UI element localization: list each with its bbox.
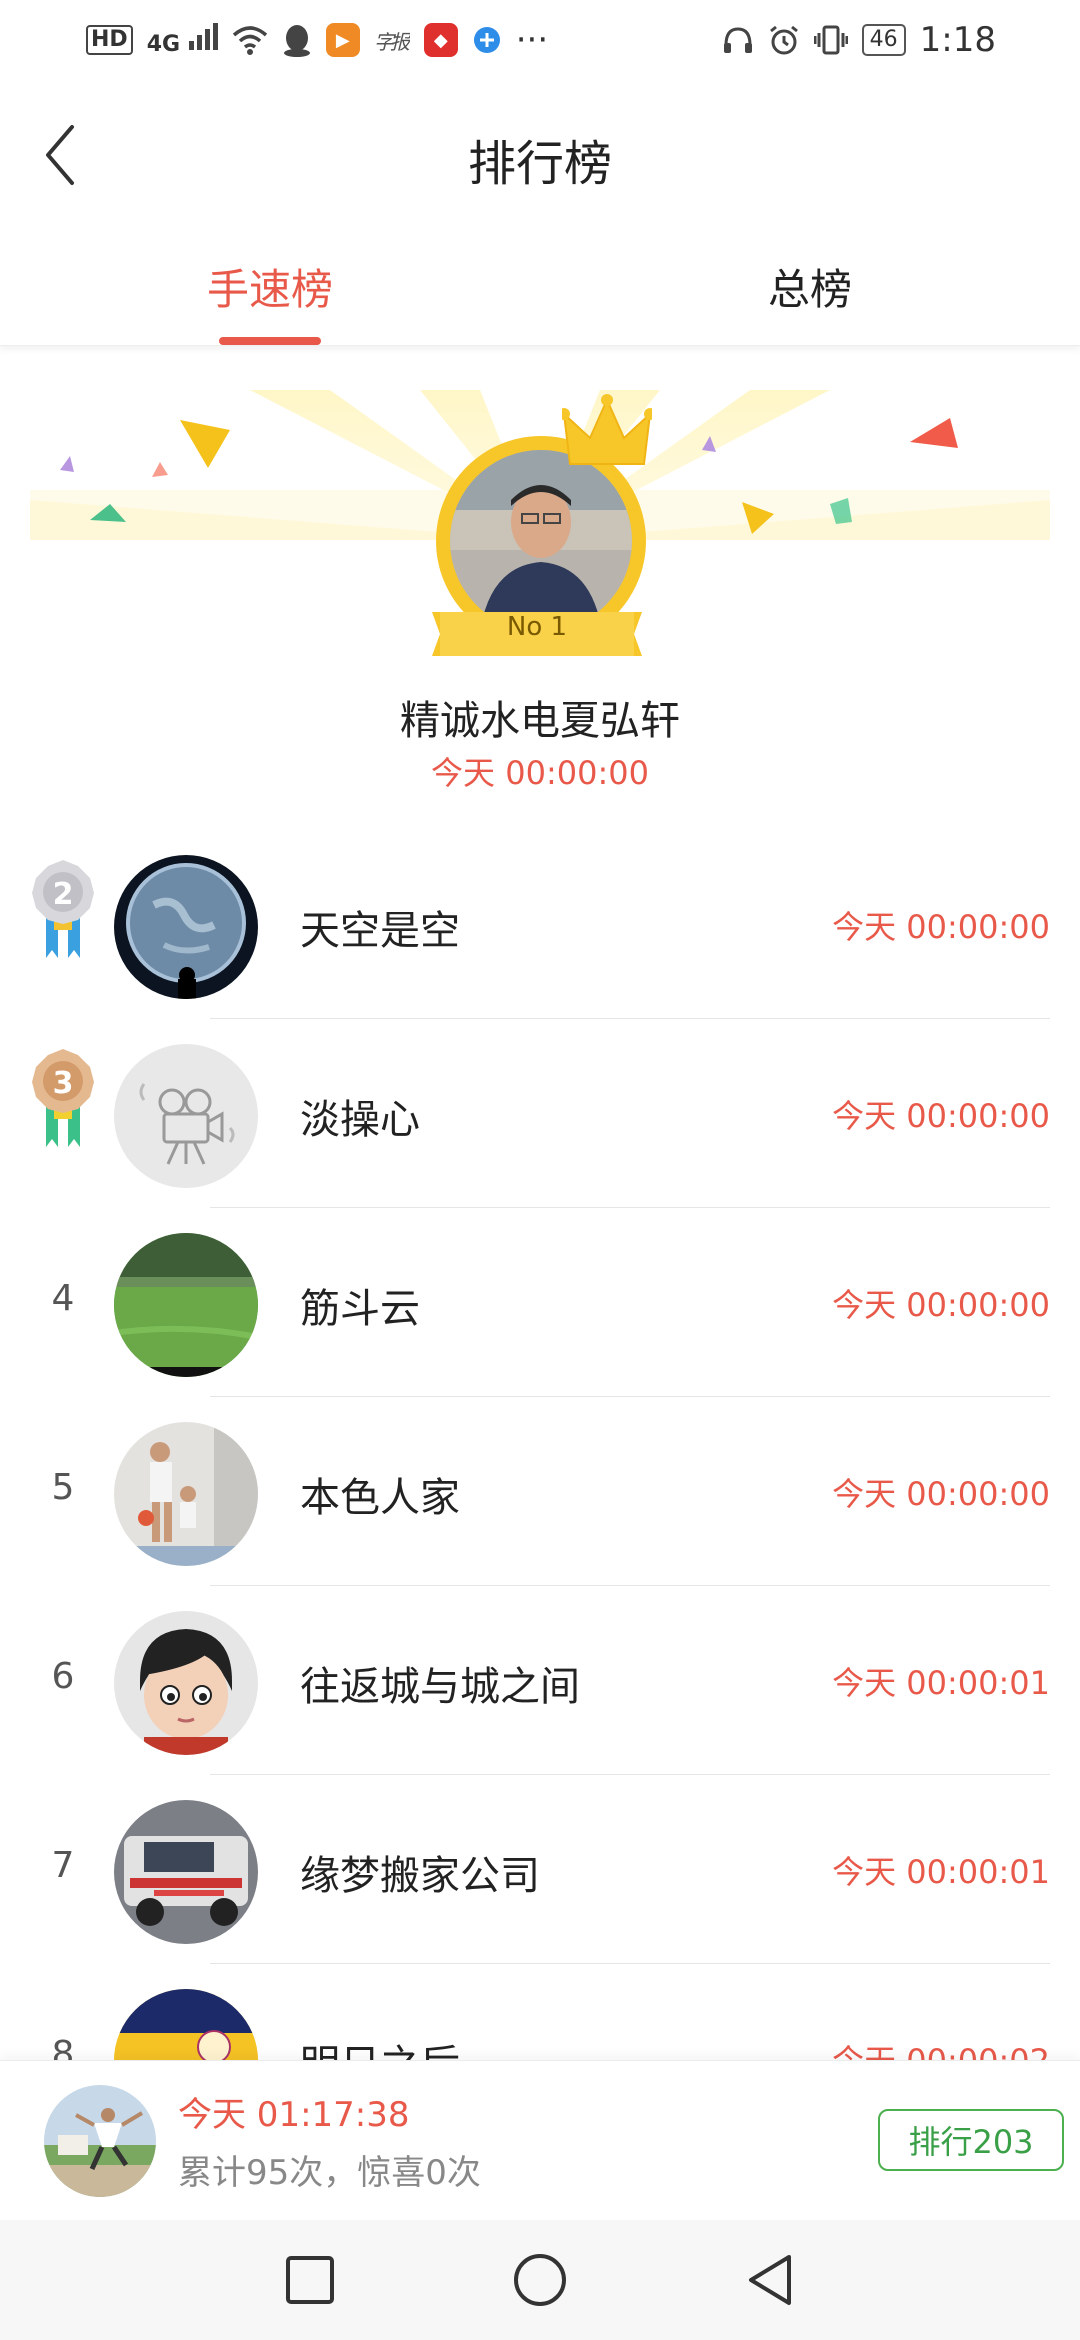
rank-name: 缘梦搬家公司 — [300, 1853, 540, 1899]
my-stats: 累计95次，惊喜0次 — [178, 2153, 481, 2193]
rank-time: 今天 00:00:00 — [832, 1475, 1050, 1513]
avatar — [114, 1233, 258, 1377]
more-notifications: ··· — [515, 20, 549, 60]
list-item[interactable]: 7 缘梦搬家公司 今天 00:00:01 — [0, 1775, 1080, 1964]
no1-badge-text: No 1 — [506, 612, 568, 642]
list-item[interactable]: 5 本色人家 今天 00:00:00 — [0, 1397, 1080, 1586]
rank-name: 天空是空 — [300, 908, 460, 954]
list-item[interactable]: 3 淡操心 今天 00:00:00 — [0, 1019, 1080, 1208]
tab-overall-ranking[interactable]: 总榜 — [540, 228, 1080, 345]
ranking-list: 2 天空是空 今天 00:00:00 3 淡操心 今天 00:00:00 4 筋… — [0, 830, 1080, 2153]
avatar — [114, 1422, 258, 1566]
bronze-medal-icon: 3 — [32, 1049, 94, 1147]
list-item[interactable]: 6 往返城与城之间 今天 00:00:01 — [0, 1586, 1080, 1775]
video-app-icon: ▶ — [325, 23, 360, 57]
status-bar: HD 4G ▶ 字报 ◆ ··· 46 1:18 — [0, 0, 1080, 80]
avatar — [114, 1611, 258, 1755]
qq-icon — [283, 25, 310, 57]
crown-icon — [562, 394, 652, 465]
rank-name: 本色人家 — [300, 1475, 460, 1521]
status-bar-right: 46 1:18 — [722, 20, 996, 60]
alarm-icon — [769, 25, 798, 55]
svg-text:报: 报 — [390, 30, 410, 54]
silver-medal-icon: 2 — [32, 860, 94, 958]
rank-time: 今天 00:00:00 — [832, 908, 1050, 946]
browser-icon — [473, 27, 500, 53]
active-tab-indicator — [219, 337, 321, 345]
signal-icon — [188, 23, 218, 50]
rank-number: 6 — [51, 1656, 75, 1697]
rank-time: 今天 00:00:00 — [832, 1097, 1050, 1135]
recent-apps-button[interactable] — [270, 2240, 350, 2320]
triangle-back-icon — [749, 2255, 791, 2305]
rank-name: 淡操心 — [300, 1097, 420, 1143]
nav-back-button[interactable] — [730, 2240, 810, 2320]
headphones-icon — [723, 27, 752, 53]
rank-number: 7 — [51, 1845, 75, 1886]
rank-number: 5 — [51, 1467, 75, 1508]
list-item[interactable]: 2 天空是空 今天 00:00:00 — [0, 830, 1080, 1019]
tab-bar: 手速榜 总榜 — [0, 228, 1080, 346]
hd-indicator: HD — [86, 25, 133, 55]
my-avatar[interactable] — [44, 2085, 156, 2197]
rank-time: 今天 00:00:00 — [832, 1286, 1050, 1324]
rank-name: 往返城与城之间 — [300, 1664, 580, 1710]
list-item[interactable]: 4 筋斗云 今天 00:00:00 — [0, 1208, 1080, 1397]
huawei-app-icon: ◆ — [423, 23, 458, 57]
circle-icon — [514, 2254, 566, 2306]
network-indicator: 4G — [147, 23, 218, 57]
network-type: 4G — [146, 32, 181, 57]
avatar — [114, 1044, 258, 1188]
square-icon — [286, 2256, 334, 2304]
page-title: 排行榜 — [467, 136, 612, 192]
svg-text:3: 3 — [53, 1066, 74, 1101]
tab-label: 手速榜 — [206, 265, 333, 314]
rank-time: 今天 00:00:01 — [832, 1664, 1050, 1702]
status-bar-left: HD 4G ▶ 字报 ◆ ··· — [86, 20, 548, 60]
champion-section: No 1 精诚水电夏弘轩 今天 00:00:00 — [0, 380, 1080, 800]
vibrate-icon — [813, 25, 848, 55]
clock: 1:18 — [919, 20, 996, 60]
rank-name: 筋斗云 — [300, 1286, 420, 1332]
wifi-icon — [232, 26, 267, 55]
system-nav-bar — [0, 2220, 1080, 2340]
svg-text:2: 2 — [53, 877, 74, 912]
tab-speed-ranking[interactable]: 手速榜 — [0, 228, 540, 345]
my-time: 今天 01:17:38 — [178, 2095, 410, 2135]
home-button[interactable] — [500, 2240, 580, 2320]
avatar — [114, 855, 258, 999]
champion-name: 精诚水电夏弘轩 — [400, 698, 680, 744]
weibo-icon: 字报 — [374, 30, 410, 54]
rank-number: 4 — [51, 1278, 75, 1319]
my-rank-button[interactable]: 排行203 — [878, 2109, 1064, 2171]
battery-indicator: 46 — [861, 24, 906, 56]
avatar — [114, 1800, 258, 1944]
app-header: 排行榜 — [0, 80, 1080, 228]
champion-time: 今天 00:00:00 — [431, 754, 649, 792]
my-rank-bar: 今天 01:17:38 累计95次，惊喜0次 排行203 — [0, 2060, 1080, 2220]
tab-label: 总榜 — [767, 265, 852, 314]
rank-time: 今天 00:00:01 — [832, 1853, 1050, 1891]
